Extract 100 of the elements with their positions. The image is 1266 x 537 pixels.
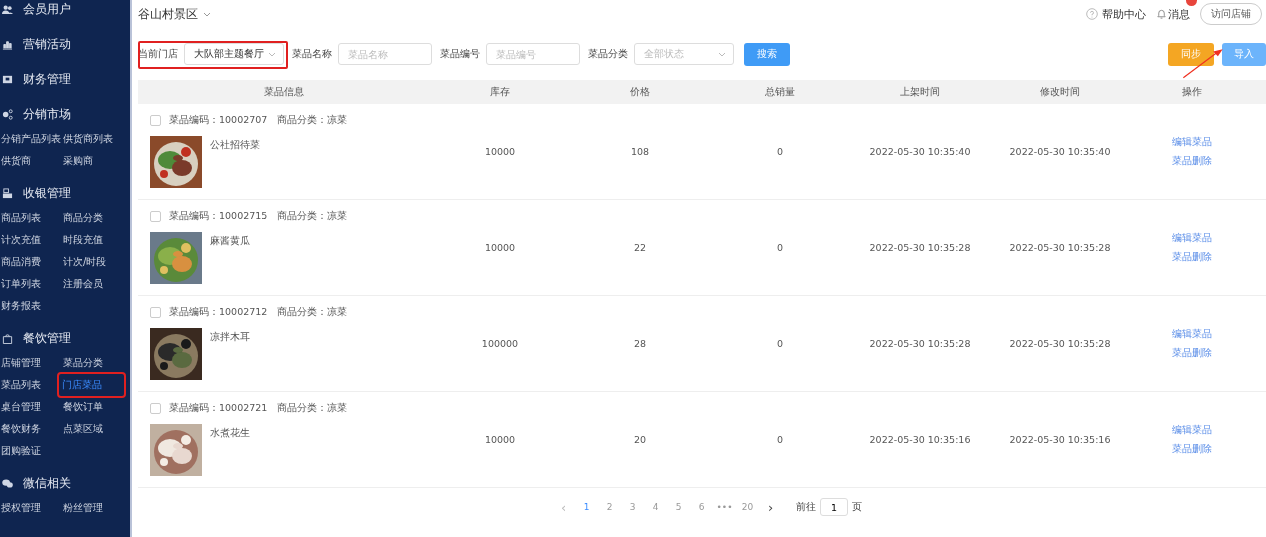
next-page-button[interactable]: ›: [759, 499, 782, 515]
page-input[interactable]: 1: [820, 498, 848, 516]
table-cell-text: 108: [629, 146, 651, 157]
sidebar-section-title[interactable]: 分销市场: [23, 106, 71, 123]
dish-name: 水煮花生: [210, 427, 250, 440]
sidebar-item[interactable]: 采购商: [62, 150, 128, 172]
action-link[interactable]: 菜品删除: [1172, 250, 1254, 264]
sidebar-item[interactable]: 餐饮财务: [0, 418, 60, 440]
sidebar-item[interactable]: 门店菜品: [59, 374, 124, 396]
checkbox[interactable]: [150, 211, 161, 222]
dish-name: 公社招待菜: [210, 139, 260, 152]
sidebar-item[interactable]: 菜品分类: [62, 352, 128, 374]
column-header: 总销量: [764, 85, 796, 99]
action-link[interactable]: 编辑菜品: [1172, 231, 1254, 245]
table-cell-text: 0: [775, 146, 784, 157]
sidebar-item[interactable]: 分销产品列表: [0, 128, 60, 150]
filter-label: 菜品编号: [440, 47, 480, 61]
column-header: 上架时间: [899, 85, 941, 99]
sidebar-item[interactable]: 供货商列表: [62, 128, 128, 150]
dish-name: 凉拌木耳: [210, 331, 250, 344]
action-link[interactable]: 菜品删除: [1172, 346, 1254, 360]
action-link[interactable]: 菜品删除: [1172, 154, 1254, 168]
dish-code: 菜品编码：10002715: [169, 210, 268, 223]
select-field[interactable]: 大队部主题餐厅: [184, 43, 284, 65]
dish-category: 商品分类：凉菜: [277, 402, 348, 415]
table-cell-text: 2022-05-30 10:35:28: [868, 242, 972, 253]
sidebar-item[interactable]: 商品消费: [0, 251, 60, 273]
dish-name: 麻酱黄瓜: [210, 235, 250, 248]
sidebar-section-title[interactable]: 餐饮管理: [23, 330, 71, 347]
sidebar-item[interactable]: 计次/时段: [62, 251, 128, 273]
sidebar-item[interactable]: 计次充值: [0, 229, 60, 251]
dish-code: 菜品编码：10002721: [169, 402, 268, 415]
bar-chart-icon: [2, 39, 13, 50]
dish-code: 菜品编码：10002712: [169, 306, 268, 319]
table-cell-text: 10000: [483, 434, 517, 445]
site-selector[interactable]: 谷山村景区: [138, 5, 211, 23]
column-header: 修改时间: [1039, 85, 1081, 99]
users-icon: [2, 4, 13, 15]
checkbox[interactable]: [150, 403, 161, 414]
sidebar-item[interactable]: 餐饮订单: [62, 396, 128, 418]
sidebar-item[interactable]: 财务报表: [0, 295, 60, 317]
cash-register-icon: [2, 188, 13, 199]
sidebar-item[interactable]: 供货商: [0, 150, 60, 172]
goto-label: 前往: [796, 500, 816, 514]
chevron-down-icon: [718, 51, 726, 57]
table-cell-text: 2022-05-30 10:35:28: [868, 338, 972, 349]
table-cell-text: 10000: [483, 146, 517, 157]
share-icon: [2, 109, 13, 120]
sidebar-item[interactable]: 商品分类: [62, 207, 128, 229]
checkbox[interactable]: [150, 115, 161, 126]
sidebar-item[interactable]: 时段充值: [62, 229, 128, 251]
column-header: 操作: [1181, 85, 1203, 99]
sidebar-item[interactable]: 商品列表: [0, 207, 60, 229]
action-link[interactable]: 编辑菜品: [1172, 327, 1254, 341]
table-cell-text: 2022-05-30 10:35:16: [868, 434, 972, 445]
table-cell-text: 2022-05-30 10:35:40: [868, 146, 972, 157]
sidebar-item[interactable]: 团购验证: [0, 440, 60, 462]
dish-category: 商品分类：凉菜: [277, 306, 348, 319]
table-cell-text: 10000: [483, 242, 517, 253]
table-cell-text: 28: [632, 338, 648, 349]
chevron-down-icon: [268, 51, 276, 57]
sidebar-item[interactable]: 订单列表: [0, 273, 60, 295]
sidebar-item[interactable]: 粉丝管理: [62, 497, 128, 519]
table-cell-text: 0: [775, 242, 784, 253]
annotation-arrow: [1182, 48, 1224, 79]
dish-category: 商品分类：凉菜: [277, 114, 348, 127]
table-cell-text: 0: [775, 434, 784, 445]
action-link[interactable]: 菜品删除: [1172, 442, 1254, 456]
sidebar-item[interactable]: 菜品列表: [0, 374, 60, 396]
action-link[interactable]: 编辑菜品: [1172, 423, 1254, 437]
column-header: 库存: [489, 85, 511, 99]
table-cell-text: 20: [632, 434, 648, 445]
table-cell-text: 2022-05-30 10:35:40: [1008, 146, 1112, 157]
sidebar-section-title[interactable]: 营销活动: [23, 36, 71, 53]
filter-label: 菜品名称: [292, 47, 332, 61]
sidebar-section-title[interactable]: 收银管理: [23, 185, 71, 202]
bell-icon: [1156, 8, 1167, 20]
sidebar-item[interactable]: 点菜区域: [62, 418, 128, 440]
chevron-down-icon: [203, 11, 211, 17]
table-cell-text: 100000: [480, 338, 520, 349]
column-header: 价格: [629, 85, 651, 99]
messages-link[interactable]: 消息: [1168, 6, 1190, 22]
dish-code: 菜品编码：10002707: [169, 114, 268, 127]
checkbox[interactable]: [150, 307, 161, 318]
sidebar-section-title[interactable]: 会员用户: [23, 1, 71, 18]
filter-label: 菜品分类: [588, 47, 628, 61]
help-icon: [1086, 8, 1098, 20]
dish-category: 商品分类：凉菜: [277, 210, 348, 223]
table-cell-text: 2022-05-30 10:35:16: [1008, 434, 1112, 445]
sidebar-item[interactable]: 注册会员: [62, 273, 128, 295]
sidebar-item[interactable]: 桌台管理: [0, 396, 60, 418]
visit-store-button[interactable]: 访问店铺: [1200, 3, 1262, 25]
sidebar-section-title[interactable]: 微信相关: [23, 475, 71, 492]
action-link[interactable]: 编辑菜品: [1172, 135, 1254, 149]
sidebar-item[interactable]: 店铺管理: [0, 352, 60, 374]
sidebar-section-title[interactable]: 财务管理: [23, 71, 71, 88]
sidebar-item[interactable]: 授权管理: [0, 497, 60, 519]
table-cell-text: 2022-05-30 10:35:28: [1008, 242, 1112, 253]
table-cell-text: 2022-05-30 10:35:28: [1008, 338, 1112, 349]
help-center-link[interactable]: 帮助中心: [1102, 6, 1146, 22]
